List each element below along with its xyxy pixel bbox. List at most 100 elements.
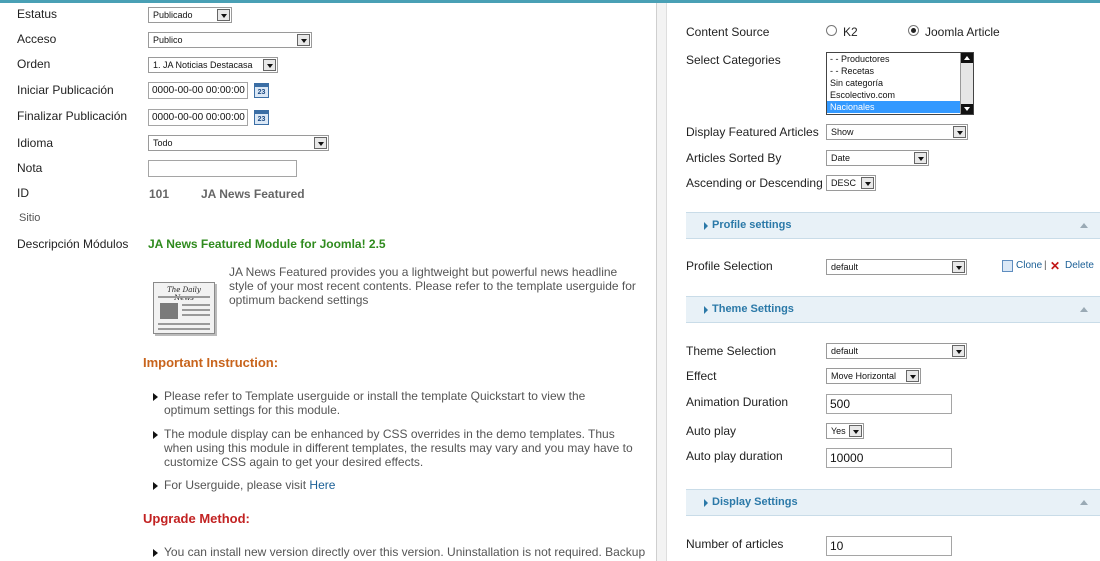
newspaper-line	[158, 323, 210, 325]
userguide-text: For Userguide, please visit	[164, 478, 310, 492]
category-option[interactable]: Escolectivo.com	[827, 89, 973, 101]
display-featured-label: Display Featured Articles	[686, 125, 819, 139]
triangle-right-icon	[704, 499, 708, 507]
orden-select[interactable]: 1. JA Noticias Destacasa	[148, 57, 278, 73]
iniciar-publicacion-input[interactable]: 0000-00-00 00:00:00	[148, 82, 248, 99]
theme-selection-select[interactable]: default	[826, 343, 967, 359]
id-value: 101	[149, 187, 170, 201]
asc-desc-value: DESC	[831, 178, 857, 188]
auto-play-duration-label: Auto play duration	[686, 449, 783, 463]
newspaper-line	[182, 304, 210, 306]
dropdown-arrow-icon	[952, 345, 965, 357]
idioma-value: Todo	[153, 138, 173, 148]
theme-settings-title[interactable]: Theme Settings	[712, 303, 794, 315]
select-categories-label: Select Categories	[686, 53, 781, 67]
category-option[interactable]: Sin categoría	[827, 77, 973, 89]
profile-selection-label: Profile Selection	[686, 259, 773, 273]
calendar-icon-day: 23	[257, 89, 266, 96]
bullet-icon	[153, 549, 159, 557]
scroll-down-icon[interactable]	[961, 104, 973, 114]
collapse-caret-icon[interactable]	[1080, 223, 1088, 228]
instruction-item-userguide: For Userguide, please visit Here	[164, 478, 634, 492]
asc-desc-select[interactable]: DESC	[826, 175, 876, 191]
bullet-icon	[153, 431, 159, 439]
content-source-joomla-label[interactable]: Joomla Article	[925, 25, 1000, 39]
important-instruction-heading: Important Instruction:	[143, 355, 279, 370]
dropdown-arrow-icon	[263, 59, 276, 71]
asc-desc-label: Ascending or Descending	[686, 176, 823, 190]
auto-play-duration-input[interactable]: 10000	[826, 448, 952, 468]
articles-sorted-by-label: Articles Sorted By	[686, 151, 782, 165]
select-categories-listbox[interactable]: - - Productores - - Recetas Sin categorí…	[826, 52, 974, 115]
dropdown-arrow-icon	[914, 152, 927, 164]
collapse-caret-icon[interactable]	[1080, 500, 1088, 505]
delete-icon[interactable]: ✕	[1050, 259, 1060, 273]
dropdown-arrow-icon	[906, 370, 919, 382]
instruction-item: The module display can be enhanced by CS…	[164, 427, 633, 469]
clone-icon[interactable]	[1002, 260, 1013, 272]
display-settings-section[interactable]: Display Settings	[686, 489, 1100, 516]
clone-link[interactable]: Clone	[1016, 260, 1042, 271]
display-settings-title[interactable]: Display Settings	[712, 496, 798, 508]
dropdown-arrow-icon	[217, 9, 230, 21]
acceso-select[interactable]: Publico	[148, 32, 312, 48]
profile-settings-section[interactable]: Profile settings	[686, 212, 1100, 239]
estatus-select[interactable]: Publicado	[148, 7, 232, 23]
display-featured-select[interactable]: Show	[826, 124, 968, 140]
link-separator: |	[1044, 260, 1047, 271]
profile-selection-select[interactable]: default	[826, 259, 967, 275]
number-of-articles-input[interactable]: 10	[826, 536, 952, 556]
estatus-label: Estatus	[17, 7, 58, 21]
dropdown-arrow-icon	[297, 34, 310, 46]
calendar-icon[interactable]: 23	[254, 83, 269, 98]
content-source-k2-radio[interactable]	[826, 25, 837, 36]
effect-select[interactable]: Move Horizontal	[826, 368, 921, 384]
animation-duration-input[interactable]: 500	[826, 394, 952, 414]
content-source-k2-label[interactable]: K2	[843, 25, 858, 39]
sitio-label: Sitio	[19, 212, 41, 224]
theme-selection-value: default	[831, 346, 859, 356]
calendar-icon[interactable]: 23	[254, 110, 269, 125]
effect-label: Effect	[686, 369, 717, 383]
animation-duration-label: Animation Duration	[686, 395, 789, 409]
module-title: JA News Featured Module for Joomla! 2.5	[148, 237, 386, 251]
theme-settings-section[interactable]: Theme Settings	[686, 296, 1100, 323]
newspaper-line	[182, 314, 210, 316]
theme-selection-label: Theme Selection	[686, 344, 777, 358]
content-source-joomla-radio[interactable]	[908, 25, 919, 36]
articles-sorted-by-select[interactable]: Date	[826, 150, 929, 166]
idioma-select[interactable]: Todo	[148, 135, 329, 151]
upgrade-method-heading: Upgrade Method:	[143, 511, 250, 526]
listbox-scrollbar[interactable]	[960, 53, 973, 114]
dropdown-arrow-icon	[953, 126, 966, 138]
instruction-item: Please refer to Template userguide or in…	[164, 389, 586, 417]
category-option[interactable]: - - Recetas	[827, 65, 973, 77]
nota-label: Nota	[17, 161, 43, 175]
idioma-label: Idioma	[17, 136, 54, 150]
collapse-caret-icon[interactable]	[1080, 307, 1088, 312]
category-option[interactable]: - - Productores	[827, 53, 973, 65]
profile-selection-value: default	[831, 262, 859, 272]
finalizar-publicacion-input[interactable]: 0000-00-00 00:00:00	[148, 109, 248, 126]
newspaper-icon: The Daily News	[153, 282, 215, 334]
newspaper-line	[158, 296, 210, 298]
calendar-icon-day: 23	[257, 116, 266, 123]
triangle-right-icon	[704, 222, 708, 230]
finalizar-publicacion-label: Finalizar Publicación	[17, 109, 128, 123]
articles-sorted-by-value: Date	[831, 153, 851, 163]
newspaper-line	[158, 328, 210, 330]
nota-input[interactable]	[148, 160, 297, 177]
acceso-label: Acceso	[17, 32, 57, 46]
number-of-articles-label: Number of articles	[686, 537, 784, 551]
delete-link[interactable]: Delete	[1065, 260, 1094, 271]
dropdown-arrow-icon	[861, 177, 874, 189]
here-link[interactable]: Here	[309, 478, 335, 492]
scroll-up-icon[interactable]	[961, 53, 973, 63]
id-label: ID	[17, 186, 29, 200]
auto-play-select[interactable]: Yes	[826, 423, 864, 439]
newspaper-masthead: The Daily News	[167, 286, 201, 302]
auto-play-value: Yes	[831, 426, 846, 436]
orden-value: 1. JA Noticias Destacasa	[153, 60, 253, 70]
category-option-selected[interactable]: Nacionales	[827, 101, 960, 113]
profile-settings-title[interactable]: Profile settings	[712, 219, 791, 231]
